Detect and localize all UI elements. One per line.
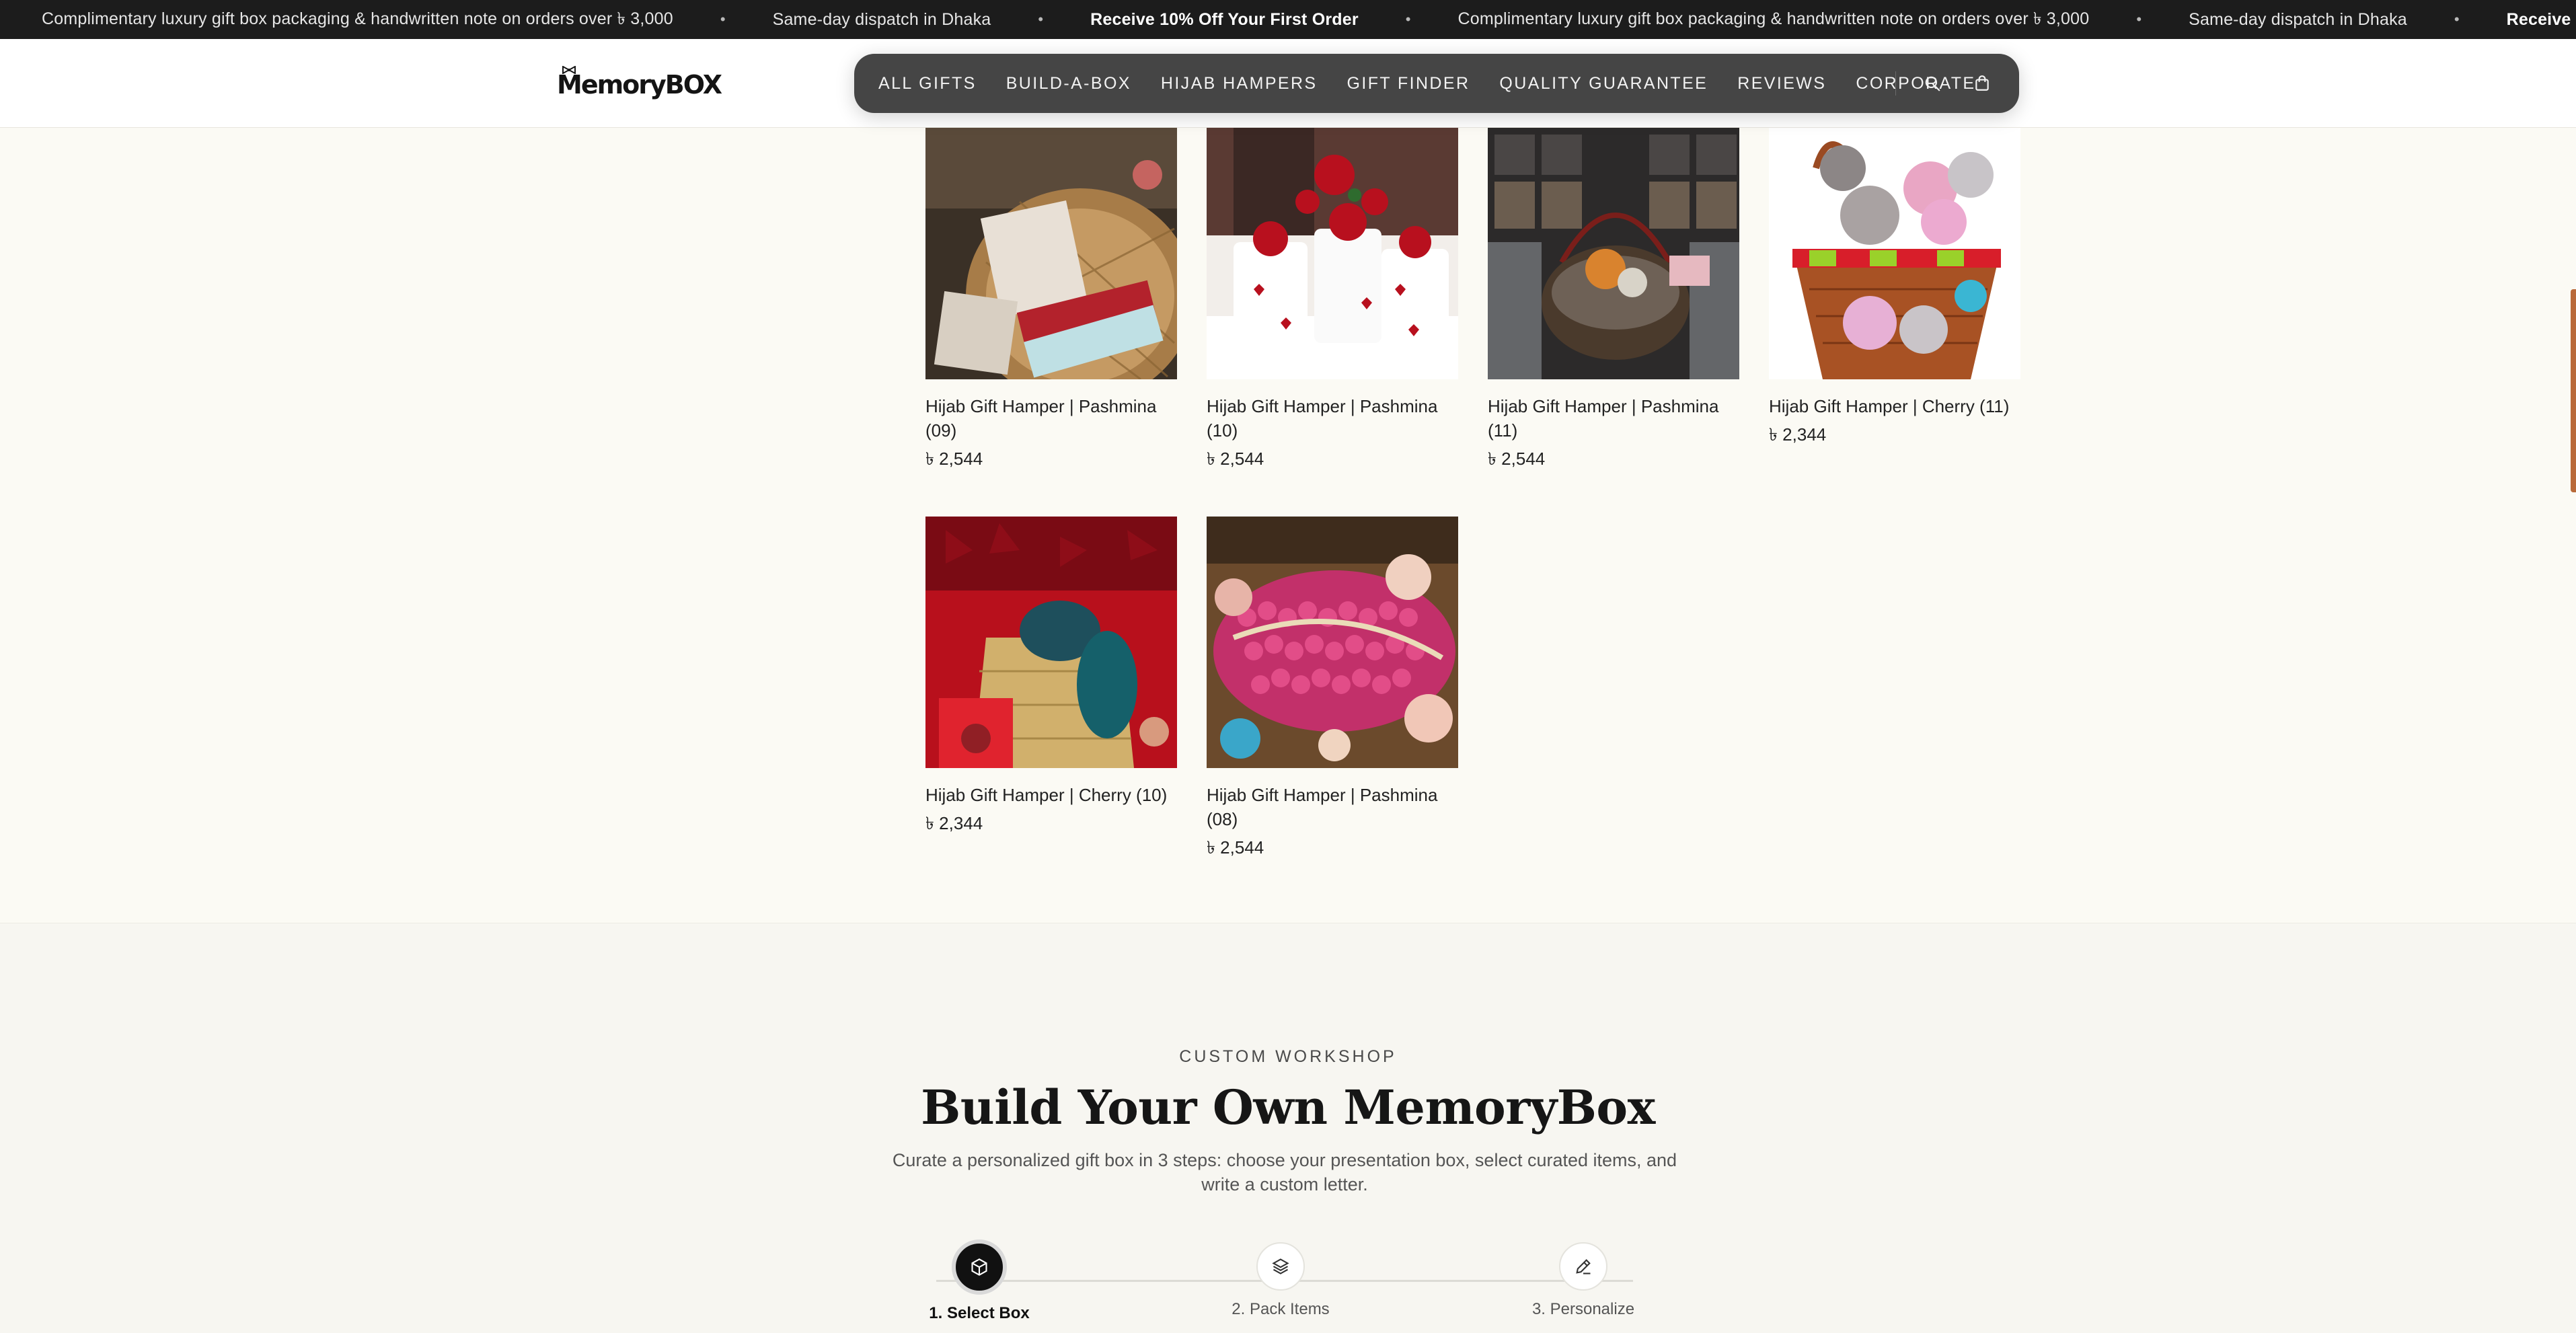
nav-reviews[interactable]: REVIEWS xyxy=(1737,74,1826,93)
pen-icon xyxy=(1576,1259,1591,1274)
search-icon xyxy=(1925,76,1940,91)
product-title[interactable]: Hijab Gift Hamper | Pashmina (08) xyxy=(1207,783,1458,831)
announcement-separator: • xyxy=(1405,11,1411,28)
product-price: ৳ 2,344 xyxy=(1769,424,1827,445)
product-title[interactable]: Hijab Gift Hamper | Cherry (10) xyxy=(925,783,1177,807)
step-indicator[interactable] xyxy=(1559,1242,1607,1291)
section-eyebrow: CUSTOM WORKSHOP xyxy=(1179,1047,1397,1066)
nav-all-gifts[interactable]: ALL GIFTS xyxy=(878,74,977,93)
announcement-text: Same-day dispatch in Dhaka xyxy=(2189,9,2407,29)
announcement-text: Complimentary luxury gift box packaging … xyxy=(42,9,673,28)
custom-workshop-section: CUSTOM WORKSHOP Build Your Own MemoryBox… xyxy=(0,923,2576,1333)
product-title[interactable]: Hijab Gift Hamper | Cherry (11) xyxy=(1769,394,2020,418)
product-price: ৳ 2,544 xyxy=(1488,449,1546,469)
bow-icon xyxy=(562,66,576,74)
product-image[interactable] xyxy=(1207,128,1458,379)
step-indicator[interactable] xyxy=(952,1240,1007,1295)
search-button[interactable] xyxy=(1922,73,1942,93)
announcement-separator: • xyxy=(2454,11,2460,28)
section-title: Build Your Own MemoryBox xyxy=(921,1079,1655,1135)
cart-button[interactable] xyxy=(1972,73,1992,93)
section-subtitle: Curate a personalized gift box in 3 step… xyxy=(892,1150,1677,1194)
step-personalize[interactable]: 3. Personalize xyxy=(1503,1242,1664,1319)
product-title[interactable]: Hijab Gift Hamper | Pashmina (10) xyxy=(1207,394,1458,443)
product-title[interactable]: Hijab Gift Hamper | Pashmina (09) xyxy=(925,394,1177,443)
announcement-separator: • xyxy=(1038,11,1044,28)
logo[interactable]: MemoryBOX xyxy=(557,65,722,105)
layers-icon xyxy=(1272,1258,1289,1274)
announcement-separator: • xyxy=(2136,11,2142,28)
box-icon xyxy=(971,1258,987,1276)
logo-text: MemoryBOX xyxy=(557,70,722,100)
step-indicator[interactable] xyxy=(1256,1242,1305,1291)
product-image[interactable] xyxy=(1769,128,2020,379)
main-nav: ALL GIFTS BUILD-A-BOX HIJAB HAMPERS GIFT… xyxy=(854,54,2019,113)
product-card[interactable]: Hijab Gift Hamper | Pashmina (09) ৳ 2,54… xyxy=(925,128,1177,470)
nav-divider xyxy=(1895,71,1896,96)
product-card[interactable]: Hijab Gift Hamper | Pashmina (08) ৳ 2,54… xyxy=(1207,517,1458,859)
product-card[interactable]: Hijab Gift Hamper | Cherry (10) ৳ 2,344 xyxy=(925,517,1177,835)
product-price: ৳ 2,544 xyxy=(925,449,983,469)
product-card[interactable]: Hijab Gift Hamper | Cherry (11) ৳ 2,344 xyxy=(1769,128,2020,446)
product-price: ৳ 2,544 xyxy=(1207,449,1264,469)
product-image[interactable] xyxy=(925,517,1177,768)
announcement-text: Receive 10% Off Your First Order xyxy=(2506,9,2576,29)
announcement-text: Complimentary luxury gift box packaging … xyxy=(1457,9,2090,28)
step-label: 3. Personalize xyxy=(1531,1300,1635,1318)
announcement-bar: Complimentary luxury gift box packaging … xyxy=(0,0,2576,39)
product-image[interactable] xyxy=(925,128,1177,379)
nav-quality-guarantee[interactable]: QUALITY GUARANTEE xyxy=(1499,74,1708,93)
nav-build-a-box[interactable]: BUILD-A-BOX xyxy=(1006,74,1131,93)
product-price: ৳ 2,344 xyxy=(925,813,983,833)
product-image[interactable] xyxy=(1207,517,1458,768)
step-label: 1. Select Box xyxy=(929,1304,1030,1322)
step-select-box[interactable]: 1. Select Box xyxy=(899,1240,1060,1323)
nav-hijab-hampers[interactable]: HIJAB HAMPERS xyxy=(1161,74,1318,93)
shopping-bag-icon xyxy=(1975,75,1989,91)
announcement-separator: • xyxy=(720,11,726,28)
announcement-text: Same-day dispatch in Dhaka xyxy=(772,9,991,29)
announcement-text: Receive 10% Off Your First Order xyxy=(1090,9,1359,29)
product-card[interactable]: Hijab Gift Hamper | Pashmina (11) ৳ 2,54… xyxy=(1488,128,1739,470)
product-title[interactable]: Hijab Gift Hamper | Pashmina (11) xyxy=(1488,394,1739,443)
step-label: 2. Pack Items xyxy=(1232,1300,1330,1318)
product-price: ৳ 2,544 xyxy=(1207,837,1264,858)
nav-gift-finder[interactable]: GIFT FINDER xyxy=(1347,74,1470,93)
product-image[interactable] xyxy=(1488,128,1739,379)
step-pack-items[interactable]: 2. Pack Items xyxy=(1200,1242,1361,1319)
product-card[interactable]: Hijab Gift Hamper | Pashmina (10) ৳ 2,54… xyxy=(1207,128,1458,470)
scrollbar-thumb[interactable] xyxy=(2571,289,2576,492)
